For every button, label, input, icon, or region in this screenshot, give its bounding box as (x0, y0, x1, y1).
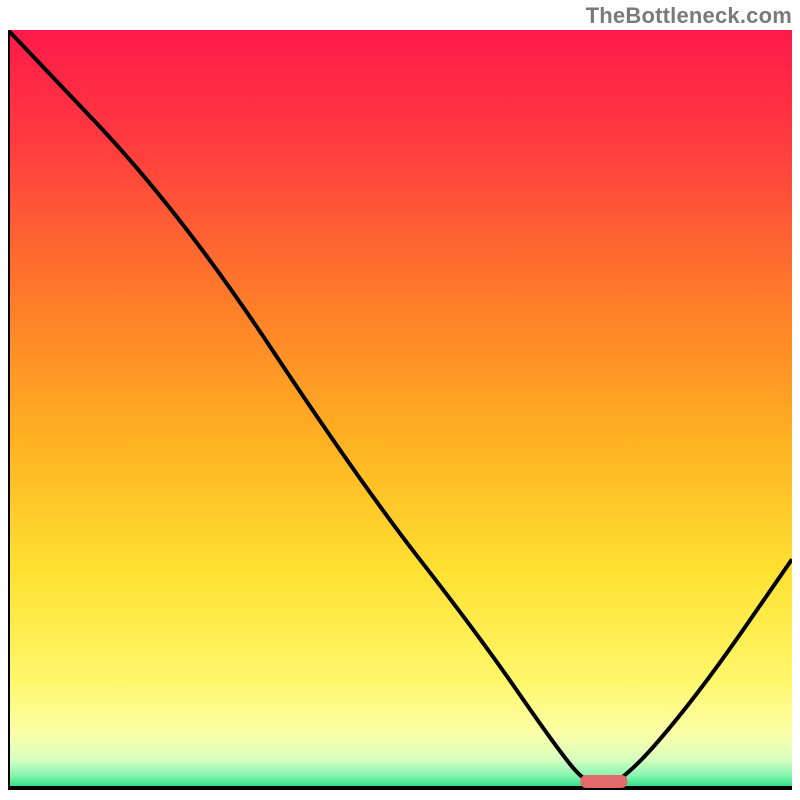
chart-svg (8, 30, 792, 790)
optimum-marker (580, 775, 627, 788)
watermark-text: TheBottleneck.com (586, 3, 792, 29)
chart-container: TheBottleneck.com (0, 0, 800, 800)
plot-background (8, 30, 792, 786)
